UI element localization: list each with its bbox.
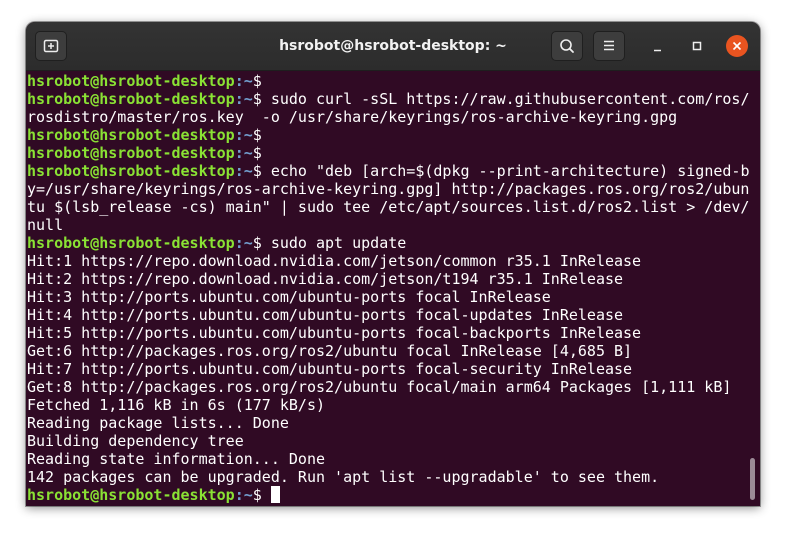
output-text: Get:6 http://packages.ros.org/ros2/ubunt… [27, 342, 633, 360]
prompt-user-host: hsrobot@hsrobot-desktop [27, 72, 235, 90]
command-text: echo "deb [arch=$(dpkg --print-architect… [261, 162, 750, 180]
output-text: Reading state information... Done [27, 450, 326, 468]
prompt-user-host: hsrobot@hsrobot-desktop [27, 486, 235, 504]
terminal-output-line: Hit:5 http://ports.ubuntu.com/ubuntu-por… [27, 324, 751, 342]
terminal-output-line: Reading state information... Done [27, 450, 751, 468]
prompt-user-host: hsrobot@hsrobot-desktop [27, 162, 235, 180]
prompt-user-host: hsrobot@hsrobot-desktop [27, 234, 235, 252]
terminal-output-line: 142 packages can be upgraded. Run 'apt l… [27, 468, 751, 486]
prompt-symbol: $ [252, 486, 262, 504]
terminal-output-line: rosdistro/master/ros.key -o /usr/share/k… [27, 108, 751, 126]
terminal-output-line: Get:6 http://packages.ros.org/ros2/ubunt… [27, 342, 751, 360]
prompt-path: :~ [234, 90, 253, 108]
terminal-output-line: tu $(lsb_release -cs) main" | sudo tee /… [27, 198, 751, 216]
minimize-button[interactable] [648, 36, 668, 56]
terminal-prompt-line: hsrobot@hsrobot-desktop:~$ [27, 486, 751, 504]
output-text: Hit:4 http://ports.ubuntu.com/ubuntu-por… [27, 306, 624, 324]
terminal-output-line: Hit:4 http://ports.ubuntu.com/ubuntu-por… [27, 306, 751, 324]
prompt-path: :~ [234, 72, 253, 90]
terminal-prompt-line: hsrobot@hsrobot-desktop:~$ sudo apt upda… [27, 234, 751, 252]
prompt-path: :~ [234, 234, 253, 252]
terminal-output-line: Hit:2 https://repo.download.nvidia.com/j… [27, 270, 751, 288]
terminal-output-line: Building dependency tree [27, 432, 751, 450]
output-text: Hit:3 http://ports.ubuntu.com/ubuntu-por… [27, 288, 551, 306]
prompt-user-host: hsrobot@hsrobot-desktop [27, 90, 235, 108]
title-bar[interactable]: hsrobot@hsrobot-desktop: ~ [26, 22, 760, 71]
output-text: 142 packages can be upgraded. Run 'apt l… [27, 468, 660, 486]
close-icon [732, 41, 742, 51]
maximize-icon [692, 41, 702, 51]
terminal-prompt-line: hsrobot@hsrobot-desktop:~$ [27, 126, 751, 144]
output-text: Fetched 1,116 kB in 6s (177 kB/s) [27, 396, 326, 414]
prompt-path: :~ [234, 162, 253, 180]
terminal-output-line: null [27, 216, 751, 234]
output-text: Hit:7 http://ports.ubuntu.com/ubuntu-por… [27, 360, 633, 378]
prompt-symbol: $ [252, 162, 262, 180]
prompt-symbol: $ [252, 234, 262, 252]
output-text: null [27, 216, 64, 234]
prompt-path: :~ [234, 486, 253, 504]
terminal-window: hsrobot@hsrobot-desktop: ~ hsrobot@hsrob… [26, 22, 760, 506]
terminal-output[interactable]: hsrobot@hsrobot-desktop:~$ hsrobot@hsrobo… [27, 72, 751, 506]
minimize-icon [654, 49, 661, 52]
terminal-output-line: y=/usr/share/keyrings/ros-archive-keyrin… [27, 180, 751, 198]
terminal-prompt-line: hsrobot@hsrobot-desktop:~$ [27, 72, 751, 90]
menu-button[interactable] [593, 31, 625, 61]
terminal-prompt-line: hsrobot@hsrobot-desktop:~$ echo "deb [ar… [27, 162, 751, 180]
terminal-output-line: Hit:7 http://ports.ubuntu.com/ubuntu-por… [27, 360, 751, 378]
hamburger-menu-icon [604, 40, 614, 51]
terminal-output-line: Fetched 1,116 kB in 6s (177 kB/s) [27, 396, 751, 414]
output-text: y=/usr/share/keyrings/ros-archive-keyrin… [27, 180, 750, 198]
prompt-symbol: $ [252, 144, 262, 162]
terminal-output-line: Hit:3 http://ports.ubuntu.com/ubuntu-por… [27, 288, 751, 306]
prompt-user-host: hsrobot@hsrobot-desktop [27, 126, 235, 144]
scrollbar-thumb[interactable] [750, 458, 755, 500]
output-text: tu $(lsb_release -cs) main" | sudo tee /… [27, 198, 750, 216]
output-text: Hit:2 https://repo.download.nvidia.com/j… [27, 270, 624, 288]
command-text: sudo curl -sSL https://raw.githubusercon… [261, 90, 750, 108]
command-text [262, 486, 271, 504]
output-text: Hit:1 https://repo.download.nvidia.com/j… [27, 252, 642, 270]
terminal-output-line: Hit:1 https://repo.download.nvidia.com/j… [27, 252, 751, 270]
output-text: Hit:5 http://ports.ubuntu.com/ubuntu-por… [27, 324, 642, 342]
prompt-symbol: $ [252, 72, 262, 90]
terminal-output-line: Reading package lists... Done [27, 414, 751, 432]
output-text: Building dependency tree [27, 432, 244, 450]
maximize-button[interactable] [687, 36, 707, 56]
prompt-path: :~ [234, 126, 253, 144]
terminal-prompt-line: hsrobot@hsrobot-desktop:~$ [27, 144, 751, 162]
output-text: Get:8 http://packages.ros.org/ros2/ubunt… [27, 378, 732, 396]
command-text: sudo apt update [261, 234, 407, 252]
prompt-symbol: $ [252, 126, 262, 144]
output-text: rosdistro/master/ros.key -o /usr/share/k… [27, 108, 678, 126]
search-button[interactable] [551, 31, 583, 61]
close-button[interactable] [726, 35, 748, 57]
text-cursor [270, 486, 280, 503]
prompt-user-host: hsrobot@hsrobot-desktop [27, 144, 235, 162]
prompt-symbol: $ [252, 90, 262, 108]
search-icon [560, 39, 574, 53]
terminal-prompt-line: hsrobot@hsrobot-desktop:~$ sudo curl -sS… [27, 90, 751, 108]
output-text: Reading package lists... Done [27, 414, 289, 432]
terminal-output-line: Get:8 http://packages.ros.org/ros2/ubunt… [27, 378, 751, 396]
prompt-path: :~ [234, 144, 253, 162]
